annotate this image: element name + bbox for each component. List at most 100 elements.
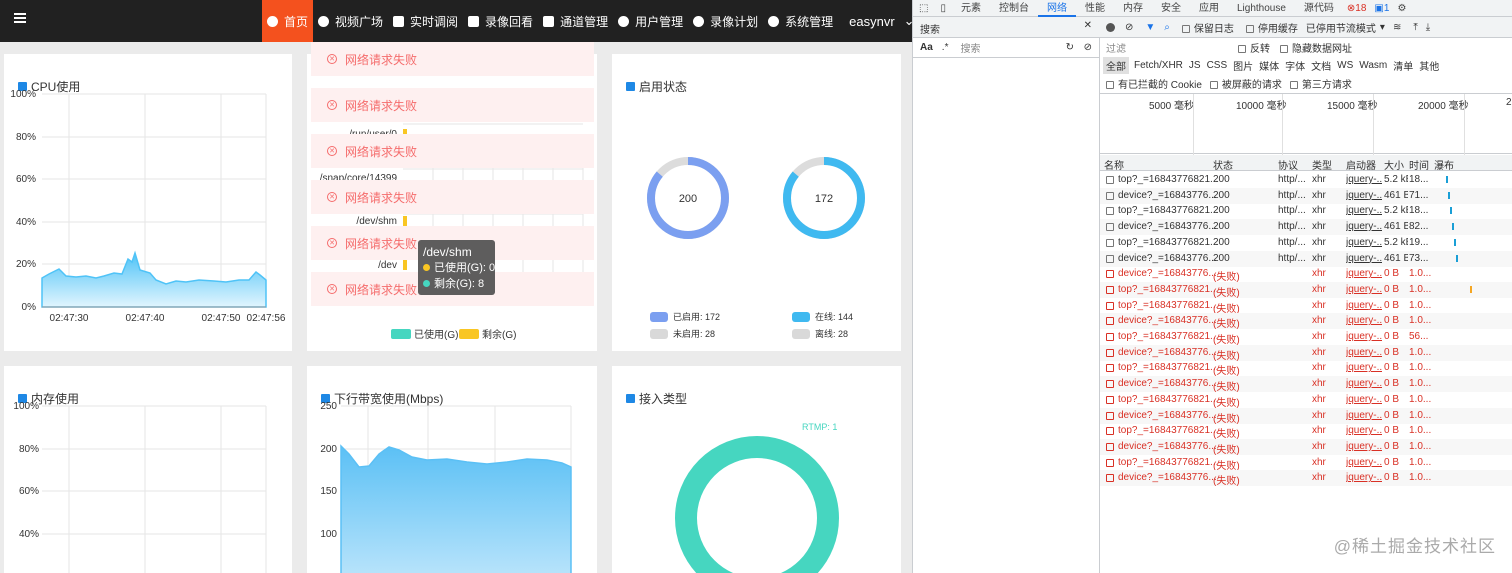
request-cell: xhr xyxy=(1312,425,1326,437)
nav-live-view[interactable]: 实时调阅 xyxy=(388,0,463,42)
match-case-toggle[interactable]: Aa xyxy=(920,42,933,53)
request-row[interactable]: device?_=16843776... (失败) xhr jquery-... 0 B… xyxy=(1100,313,1512,330)
type-ws[interactable]: WS xyxy=(1337,60,1353,71)
nav-home[interactable]: 首页 xyxy=(262,0,314,42)
nav-video-square[interactable]: 视频广场 xyxy=(313,0,388,42)
gear-icon[interactable]: ⚙ xyxy=(1393,0,1410,17)
tab-memory[interactable]: 内存 xyxy=(1114,0,1152,17)
nav-channels[interactable]: 通道管理 xyxy=(538,0,613,42)
inspect-icon[interactable]: ⬚ xyxy=(913,0,934,17)
tab-security[interactable]: 安全 xyxy=(1152,0,1190,17)
tab-application[interactable]: 应用 xyxy=(1190,0,1228,17)
gear-icon xyxy=(768,15,780,27)
regex-toggle[interactable]: .* xyxy=(942,42,949,53)
request-cell: jquery-... xyxy=(1346,456,1382,468)
nav-users[interactable]: 用户管理 xyxy=(613,0,688,42)
request-row[interactable]: device?_=16843776... 200 http/... xhr jquery… xyxy=(1100,219,1512,236)
blocked-requests-checkbox[interactable]: 被屏蔽的请求 xyxy=(1209,76,1282,91)
tab-performance[interactable]: 性能 xyxy=(1076,0,1114,17)
request-row[interactable]: top?_=16843776821... (失败) xhr jquery-... 0 B… xyxy=(1100,281,1512,298)
type-wasm[interactable]: Wasm xyxy=(1359,60,1387,71)
request-row[interactable]: top?_=16843776821... (失败) xhr jquery-... 0 B… xyxy=(1100,329,1512,345)
request-row[interactable]: device?_=16843776... (失败) xhr jquery-... 0 B… xyxy=(1100,344,1512,361)
search-input[interactable]: 搜索 xyxy=(960,40,980,55)
user-menu[interactable]: easynvr ⌄ xyxy=(844,0,912,42)
column-header[interactable]: 瀑布 xyxy=(1434,157,1454,172)
nav-playback[interactable]: 录像回看 xyxy=(463,0,538,42)
request-row[interactable]: top?_=16843776821... (失败) xhr jquery-... 0 B… xyxy=(1100,423,1512,439)
column-header[interactable]: 时间 xyxy=(1409,157,1429,172)
tab-console[interactable]: 控制台 xyxy=(990,0,1038,17)
close-icon[interactable]: ✕ xyxy=(1084,20,1092,31)
request-row[interactable]: top?_=16843776821... 200 http/... xhr jquery… xyxy=(1100,235,1512,251)
network-panel: ⊘ ▼ ⌕ 保留日志 停用缓存 已停用节流模式 ▾ ≋ ⤒ ⤓ 过滤 反转 隐藏… xyxy=(1100,17,1512,573)
type-media[interactable]: 媒体 xyxy=(1259,58,1279,73)
type-css[interactable]: CSS xyxy=(1207,60,1228,71)
chevron-down-icon[interactable]: ▾ xyxy=(1380,22,1385,33)
message-count-badge[interactable]: ▣1 xyxy=(1370,0,1393,17)
nav-record-plan[interactable]: 录像计划 xyxy=(688,0,763,42)
tab-sources[interactable]: 源代码 xyxy=(1295,0,1343,17)
type-font[interactable]: 字体 xyxy=(1285,58,1305,73)
wifi-icon[interactable]: ≋ xyxy=(1393,22,1401,33)
type-fetch-xhr[interactable]: Fetch/XHR xyxy=(1134,60,1183,71)
search-icon[interactable]: ⌕ xyxy=(1164,22,1170,33)
column-header[interactable]: 启动器 xyxy=(1346,157,1376,172)
type-other[interactable]: 其他 xyxy=(1419,58,1439,73)
refresh-icon[interactable]: ↻ xyxy=(1066,42,1074,53)
filter-input[interactable]: 过滤 xyxy=(1106,40,1226,55)
type-all[interactable]: 全部 xyxy=(1103,56,1129,74)
preserve-log-checkbox[interactable]: 保留日志 xyxy=(1181,20,1234,35)
request-row[interactable]: top?_=16843776821... (失败) xhr jquery-... 0 B… xyxy=(1100,392,1512,408)
request-cell: 0 B xyxy=(1384,268,1400,280)
third-party-checkbox[interactable]: 第三方请求 xyxy=(1289,76,1352,91)
hide-data-urls-checkbox[interactable]: 隐藏数据网址 xyxy=(1280,40,1352,55)
tab-lighthouse[interactable]: Lighthouse xyxy=(1228,0,1295,17)
request-row[interactable]: top?_=16843776821... (失败) xhr jquery-... 0 B… xyxy=(1100,298,1512,314)
type-filters: 全部 Fetch/XHR JS CSS 图片 媒体 字体 文档 WS Wasm … xyxy=(1100,56,1512,74)
filter-icon[interactable]: ▼ xyxy=(1145,22,1155,33)
device-toolbar-icon[interactable]: ▯ xyxy=(934,0,952,17)
request-row[interactable]: device?_=16843776... (失败) xhr jquery-... 0 B… xyxy=(1100,266,1512,282)
request-row[interactable]: device?_=16843776... 200 http/... xhr jquery… xyxy=(1100,187,1512,204)
tab-elements[interactable]: 元素 xyxy=(952,0,990,17)
nav-system[interactable]: 系统管理 xyxy=(763,0,838,42)
upload-icon[interactable]: ⤒ xyxy=(1413,22,1417,33)
request-row[interactable]: device?_=16843776... (失败) xhr jquery-... 0 B… xyxy=(1100,438,1512,455)
column-header[interactable]: 名称 xyxy=(1104,157,1124,172)
request-row[interactable]: device?_=16843776... (失败) xhr jquery-... 0 B… xyxy=(1100,407,1512,424)
error-count-badge[interactable]: ⊗18 xyxy=(1343,0,1371,17)
online-total: 172 xyxy=(815,193,833,205)
hamburger-icon[interactable] xyxy=(14,13,26,23)
throttle-select[interactable]: 已停用节流模式 xyxy=(1306,20,1376,35)
column-header[interactable]: 协议 xyxy=(1278,157,1298,172)
record-icon[interactable] xyxy=(1106,22,1115,32)
waterfall-bar xyxy=(1470,285,1472,293)
type-img[interactable]: 图片 xyxy=(1233,58,1253,73)
request-row[interactable]: device?_=16843776... (失败) xhr jquery-... 0 B… xyxy=(1100,470,1512,487)
type-doc[interactable]: 文档 xyxy=(1311,58,1331,73)
disable-cache-checkbox[interactable]: 停用缓存 xyxy=(1245,20,1298,35)
column-header[interactable]: 状态 xyxy=(1213,157,1233,172)
request-row[interactable]: device?_=16843776... 200 http/... xhr jquery… xyxy=(1100,250,1512,267)
type-manifest[interactable]: 清单 xyxy=(1393,58,1413,73)
clear-icon[interactable]: ⊘ xyxy=(1125,22,1133,33)
download-icon[interactable]: ⤓ xyxy=(1426,22,1430,33)
request-row[interactable]: device?_=16843776... (失败) xhr jquery-... 0 B… xyxy=(1100,376,1512,393)
error-icon: ✕ xyxy=(327,100,337,110)
column-header[interactable]: 类型 xyxy=(1312,157,1332,172)
clear-icon[interactable]: ⊘ xyxy=(1084,42,1092,53)
column-header[interactable]: 大小 xyxy=(1384,157,1404,172)
blocked-cookies-checkbox[interactable]: 有已拦截的 Cookie xyxy=(1106,76,1202,91)
y-tick: 100% xyxy=(10,89,36,100)
request-cell: 0 B xyxy=(1384,362,1400,374)
type-js[interactable]: JS xyxy=(1189,60,1201,71)
request-type-icon xyxy=(1106,333,1114,341)
request-row[interactable]: top?_=16843776821... (失败) xhr jquery-... 0 B… xyxy=(1100,455,1512,471)
invert-checkbox[interactable]: 反转 xyxy=(1238,40,1270,55)
request-cell: (失败) xyxy=(1213,272,1240,283)
tab-network[interactable]: 网络 xyxy=(1037,0,1076,17)
request-row[interactable]: top?_=16843776821... (失败) xhr jquery-... 0 B… xyxy=(1100,360,1512,376)
request-row[interactable]: top?_=16843776821... 200 http/... xhr jquery… xyxy=(1100,203,1512,219)
request-row[interactable]: top?_=16843776821... 200 http/... xhr jquery… xyxy=(1100,172,1512,188)
